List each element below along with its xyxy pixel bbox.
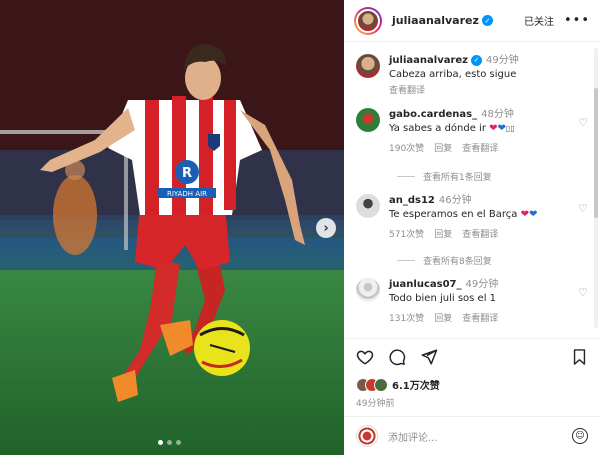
bookmark-icon[interactable] — [571, 348, 588, 366]
comment-likes[interactable]: 190次赞 — [389, 142, 424, 156]
comment-item: gabo.cardenas_ 48分钟 Ya sabes a dónde ir ❤… — [356, 108, 588, 156]
following-button[interactable]: 已关注 — [524, 13, 554, 28]
comment-item: juanlucas07_ 49分钟 Todo bien juli sos el 1… — [356, 278, 588, 326]
verified-badge-icon: ✓ — [471, 54, 482, 66]
liker-avatar — [374, 377, 388, 392]
comments-list[interactable]: juliaanalvarez ✓ 49分钟 Cabeza arriba, esto … — [344, 42, 600, 336]
reply-button[interactable]: 回复 — [434, 228, 452, 242]
comment-like-heart-icon[interactable]: ♡ — [578, 116, 588, 129]
jersey-sponsor: RIYADH AIR — [167, 190, 207, 198]
verified-badge-icon: ✓ — [481, 15, 493, 26]
author-avatar[interactable] — [354, 6, 382, 35]
commenter-avatar[interactable] — [356, 194, 380, 218]
caption-time: 49分钟 — [486, 55, 519, 66]
comment-username[interactable]: gabo.cardenas_ — [389, 109, 477, 120]
comment-time: 46分钟 — [438, 195, 472, 206]
comment-time: 48分钟 — [481, 109, 514, 120]
player-illustration: R RIYADH AIR — [0, 0, 344, 455]
red-heart-emoji-icon: ❤ — [520, 209, 529, 220]
see-translation-link[interactable]: 查看翻译 — [389, 84, 425, 98]
caption-avatar[interactable] — [356, 54, 380, 78]
comment-text: Ya sabes a dónde ir — [389, 123, 486, 134]
commenter-avatar[interactable] — [356, 108, 380, 132]
likes-summary[interactable]: 6.1万次赞 — [356, 377, 588, 392]
view-replies-link[interactable]: 查看所有8条回复 — [397, 254, 492, 267]
share-icon[interactable] — [420, 348, 438, 366]
post-actions: 6.1万次赞 49分钟前 — [344, 338, 600, 409]
red-heart-emoji-icon: ❤ — [489, 123, 498, 134]
caption-text: Cabeza arriba, esto sigue — [389, 69, 517, 80]
reply-button[interactable]: 回复 — [434, 142, 452, 156]
carousel-dots — [158, 440, 181, 445]
comment-like-heart-icon[interactable]: ♡ — [578, 286, 588, 299]
comment-time: 49分钟 — [465, 279, 499, 290]
comment-username[interactable]: juanlucas07_ — [389, 279, 462, 290]
comment-composer: 添加评论... ☺ — [344, 416, 600, 455]
caption: juliaanalvarez ✓ 49分钟 Cabeza arriba, esto … — [356, 54, 588, 98]
comment-likes[interactable]: 571次赞 — [389, 228, 424, 242]
current-user-avatar — [356, 425, 378, 447]
post-timestamp: 49分钟前 — [356, 399, 395, 409]
placeholder-emoji-icon: ▯▯ — [505, 124, 515, 133]
reply-button[interactable]: 回复 — [434, 312, 452, 326]
see-translation-link[interactable]: 查看翻译 — [462, 312, 498, 326]
carousel-dot — [158, 440, 163, 445]
comment-username[interactable]: an_ds12 — [389, 195, 435, 206]
view-replies-link[interactable]: 查看所有1条回复 — [397, 170, 492, 183]
carousel-dot — [176, 440, 181, 445]
comment-likes[interactable]: 131次赞 — [389, 312, 424, 326]
comments-scrollbar[interactable] — [594, 48, 598, 328]
comment-item: an_ds12 46分钟 Te esperamos en el Barça ❤❤ … — [356, 194, 588, 242]
see-translation-link[interactable]: 查看翻译 — [462, 228, 498, 242]
post-photo[interactable]: R RIYADH AIR › — [0, 0, 344, 455]
heart-icon[interactable] — [356, 348, 374, 366]
comment-input[interactable]: 添加评论... — [388, 429, 572, 444]
svg-text:R: R — [182, 166, 192, 181]
comment-text: Todo bien juli sos el 1 — [389, 293, 497, 304]
carousel-dot — [167, 440, 172, 445]
see-translation-link[interactable]: 查看翻译 — [462, 142, 498, 156]
comment-like-heart-icon[interactable]: ♡ — [578, 202, 588, 215]
blue-heart-emoji-icon: ❤ — [528, 209, 538, 220]
emoji-icon[interactable]: ☺ — [572, 428, 588, 444]
default-avatar-icon[interactable] — [356, 278, 380, 302]
blue-heart-emoji-icon: ❤ — [497, 123, 506, 134]
more-options-button[interactable]: ••• — [564, 13, 590, 28]
next-image-button[interactable]: › — [316, 218, 336, 238]
caption-username[interactable]: juliaanalvarez — [389, 55, 468, 66]
comment-text: Te esperamos en el Barça — [389, 209, 518, 220]
comment-icon[interactable] — [388, 348, 406, 366]
author-username[interactable]: juliaanalvarez — [392, 14, 479, 27]
post-panel: juliaanalvarez ✓ 已关注 ••• juliaanalvarez ✓… — [344, 0, 600, 455]
likes-count[interactable]: 6.1万次赞 — [392, 377, 440, 392]
post-header: juliaanalvarez ✓ 已关注 ••• — [344, 0, 600, 42]
